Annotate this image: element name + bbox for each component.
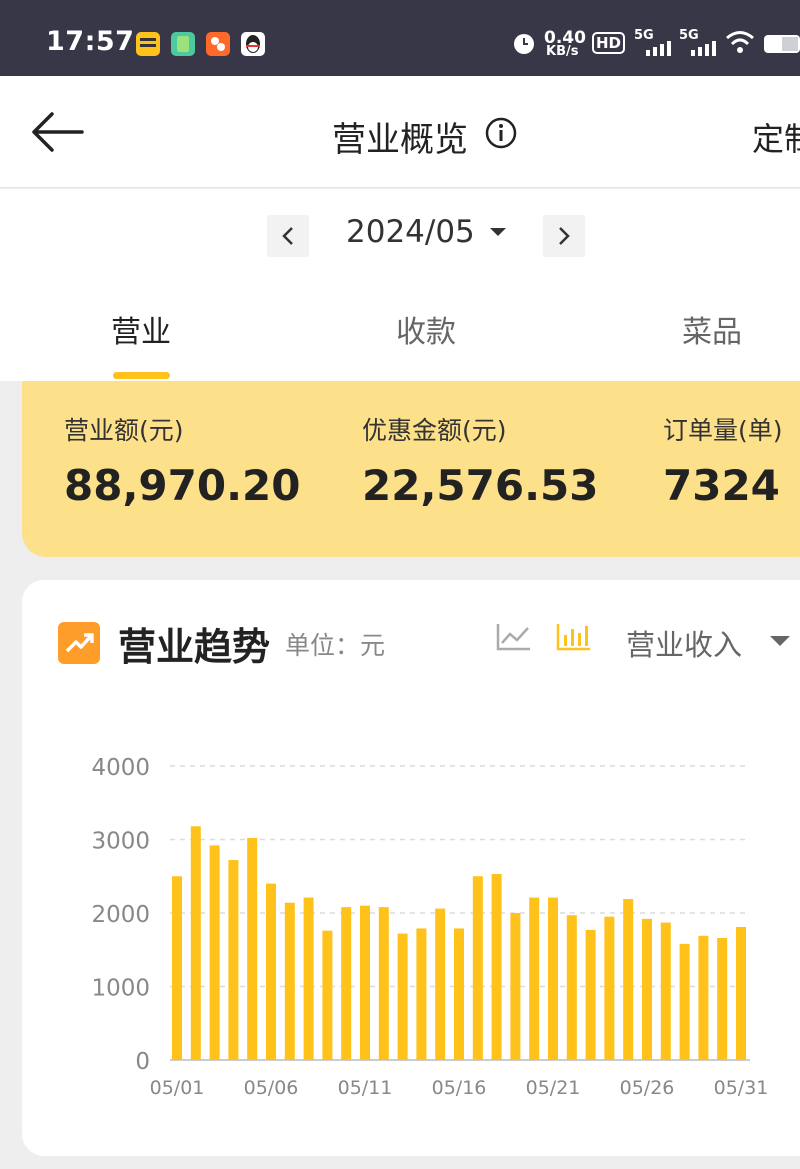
signal-2: 5G [679, 28, 719, 58]
wifi-icon [724, 28, 756, 58]
hd-label: HD [592, 32, 626, 54]
summary-card: 营业额(元) 88,970.20 优惠金额(元) 22,576.53 订单量(单… [22, 381, 800, 557]
nav-header: 营业概览 定制 [0, 76, 800, 188]
date-and-tabs: 2024/05 营业 收款 菜品 [0, 189, 800, 381]
discount-label: 优惠金额(元) [362, 416, 507, 445]
bar-chart-icon[interactable] [556, 622, 592, 652]
customize-button[interactable]: 定制 [752, 114, 800, 160]
battery-icon [762, 28, 800, 58]
trend-title: 营业趋势 [118, 625, 271, 669]
next-month-button[interactable] [543, 215, 585, 257]
caret-down-icon[interactable] [770, 636, 790, 646]
trending-up-icon [58, 622, 100, 664]
tab-business[interactable]: 营业 [111, 307, 171, 351]
metric-select[interactable]: 营业收入 [626, 622, 742, 664]
info-icon[interactable] [484, 116, 518, 150]
month-selector[interactable]: 2024/05 [346, 214, 475, 250]
hd-indicator: HD [592, 28, 628, 58]
net-speed-unit: KB/s [546, 44, 579, 59]
orders-value: 7324 [663, 461, 780, 510]
green-app-icon [171, 32, 195, 56]
trend-unit: 单位：元 [285, 631, 386, 660]
discount-value: 22,576.53 [362, 461, 599, 510]
qq-icon [241, 32, 265, 56]
trend-card: 营业趋势 单位：元 营业收入 [22, 580, 800, 1156]
caret-down-icon[interactable] [490, 228, 506, 236]
tab-dishes[interactable]: 菜品 [682, 307, 742, 351]
back-arrow-icon [32, 112, 84, 152]
chevron-right-icon [559, 227, 570, 245]
chevron-left-icon [282, 227, 293, 245]
tab-collection[interactable]: 收款 [396, 307, 456, 351]
status-time: 17:57 [46, 26, 135, 57]
prev-month-button[interactable] [267, 215, 309, 257]
orange-app-icon [206, 32, 230, 56]
meituan-manager-app-icon [136, 32, 160, 56]
revenue-value: 88,970.20 [64, 461, 301, 510]
page-title: 营业概览 [332, 120, 468, 160]
orders-label: 订单量(单) [663, 416, 783, 445]
back-button[interactable] [30, 110, 86, 154]
line-chart-icon[interactable] [496, 622, 532, 652]
alarm-icon [511, 28, 537, 58]
revenue-label: 营业额(元) [64, 416, 184, 445]
status-bar: 17:57 0.40 KB/s HD 5G 5G [0, 0, 800, 76]
active-tab-indicator [113, 372, 170, 379]
network-speed: 0.40 KB/s [544, 28, 586, 59]
signal-1: 5G [634, 28, 674, 58]
